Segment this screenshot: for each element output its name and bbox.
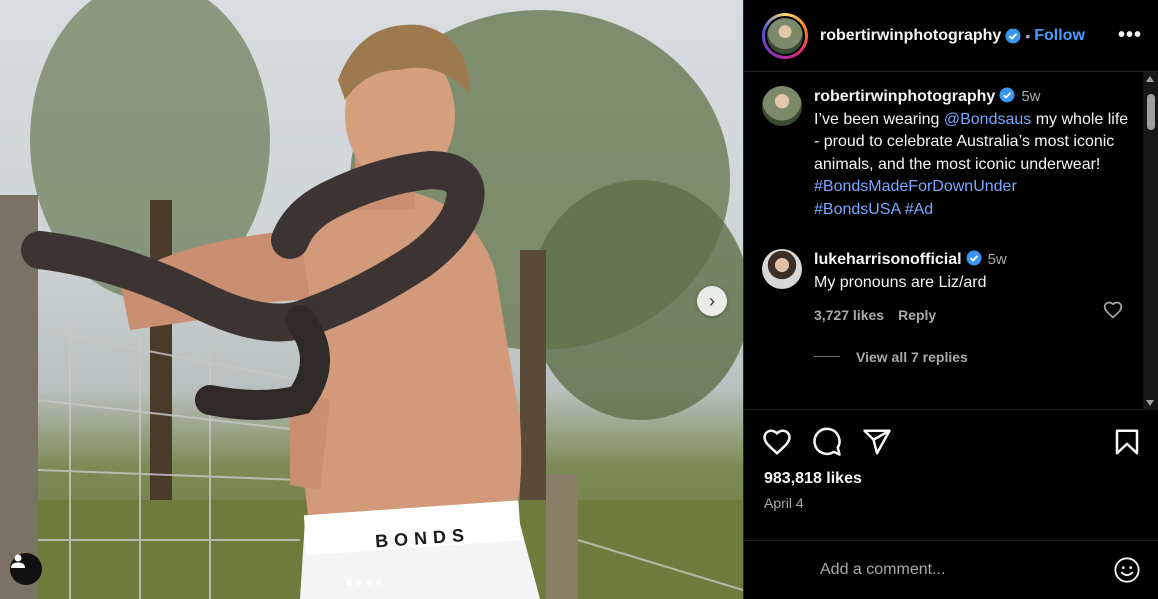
- comment-input[interactable]: [820, 561, 1113, 579]
- replies-divider: [814, 356, 840, 357]
- comment-likes[interactable]: 3,727 likes: [814, 304, 884, 327]
- comments-section: robertirwinphotography 5w I’ve been weari…: [744, 72, 1158, 410]
- carousel-indicator: [346, 580, 382, 586]
- tag-user-icon: [11, 554, 25, 568]
- comment-icon[interactable]: [812, 427, 842, 457]
- view-replies-button[interactable]: View all 7 replies: [814, 349, 1158, 365]
- share-icon[interactable]: [862, 427, 892, 457]
- scroll-up-arrow-icon[interactable]: [1146, 76, 1154, 82]
- post-media[interactable]: BONDS ›: [0, 0, 743, 599]
- avatar-image: [765, 15, 805, 56]
- comment-time[interactable]: 5w: [988, 251, 1007, 268]
- comments-scrollbar[interactable]: [1143, 72, 1158, 410]
- verified-badge-icon: [966, 250, 982, 266]
- carousel-next-button[interactable]: ›: [697, 286, 727, 316]
- bookmark-icon[interactable]: [1112, 427, 1142, 457]
- follow-button[interactable]: Follow: [1034, 27, 1085, 45]
- post-date[interactable]: April 4: [764, 495, 804, 511]
- post-photo: BONDS: [0, 0, 743, 599]
- carousel-dot: [346, 580, 352, 586]
- hashtag[interactable]: #BondsUSA: [814, 201, 900, 218]
- heart-icon[interactable]: [762, 427, 792, 457]
- caption-time[interactable]: 5w: [1021, 88, 1040, 105]
- carousel-dot: [366, 580, 372, 586]
- comment-item: lukeharrisonofficial 5w My pronouns are L…: [744, 221, 1158, 327]
- view-replies-label: View all 7 replies: [856, 348, 968, 365]
- caption-text-before: I’ve been wearing: [814, 110, 944, 128]
- caption: robertirwinphotography 5w I’ve been weari…: [744, 72, 1158, 221]
- post-side-panel: robertirwinphotography • Follow ••• robe…: [743, 0, 1158, 599]
- hashtag[interactable]: #Ad: [905, 201, 933, 218]
- commenter-username[interactable]: lukeharrisonofficial: [814, 251, 962, 268]
- carousel-dot: [356, 580, 362, 586]
- scrollbar-thumb[interactable]: [1147, 94, 1155, 130]
- reply-button[interactable]: Reply: [898, 304, 936, 327]
- carousel-dot: [376, 580, 382, 586]
- author-username[interactable]: robertirwinphotography: [820, 27, 1001, 45]
- add-comment-bar: [744, 540, 1158, 599]
- emoji-icon[interactable]: [1113, 556, 1141, 584]
- post-actions: [762, 426, 1142, 458]
- more-icon[interactable]: •••: [1118, 24, 1142, 47]
- hashtag[interactable]: #BondsMadeForDownUnder: [814, 178, 1017, 195]
- tagged-users-button[interactable]: [10, 553, 42, 585]
- chevron-right-icon: ›: [709, 290, 715, 311]
- likes-count[interactable]: 983,818 likes: [764, 470, 862, 488]
- verified-badge-icon: [1005, 28, 1021, 43]
- caption-mention[interactable]: @Bondsaus: [944, 111, 1031, 128]
- verified-badge-icon: [999, 87, 1015, 103]
- caption-username[interactable]: robertirwinphotography: [814, 88, 995, 105]
- caption-avatar[interactable]: [762, 86, 802, 126]
- author-avatar[interactable]: [762, 12, 808, 59]
- commenter-avatar[interactable]: [762, 249, 802, 289]
- separator-dot: •: [1025, 27, 1031, 44]
- scroll-down-arrow-icon[interactable]: [1146, 400, 1154, 406]
- comment-like-heart-icon[interactable]: [1103, 300, 1123, 320]
- comment-text: My pronouns are Liz/ard: [814, 273, 987, 291]
- post-header: robertirwinphotography • Follow •••: [744, 0, 1158, 72]
